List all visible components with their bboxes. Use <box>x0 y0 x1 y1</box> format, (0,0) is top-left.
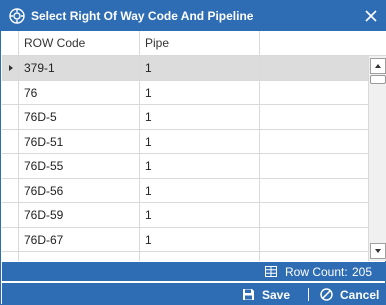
table-row[interactable]: 76D-67 1 <box>2 227 368 252</box>
cell-row-code[interactable]: 76D-59 <box>19 203 140 227</box>
grid-rows: 379-1 1 76 1 76D-5 1 76D-51 1 76D-55 1 7… <box>2 56 368 261</box>
close-icon[interactable] <box>361 6 381 26</box>
row-indicator <box>2 80 19 104</box>
vertical-scrollbar[interactable] <box>368 56 386 261</box>
table-row[interactable]: 76D-5 1 <box>2 105 368 130</box>
row-indicator <box>2 203 19 227</box>
row-count-value: 205 <box>352 265 373 279</box>
table-row[interactable]: 76D-55 1 <box>2 154 368 179</box>
cell-pipe[interactable] <box>140 252 260 261</box>
cancel-icon <box>320 288 333 301</box>
header-row-indicator <box>2 31 19 56</box>
cell-pipe[interactable]: 1 <box>140 80 260 104</box>
table-row[interactable]: 76D-56 1 <box>2 178 368 203</box>
table-row[interactable]: 76D-59 1 <box>2 203 368 228</box>
save-button[interactable]: Save <box>242 283 302 305</box>
table-row[interactable]: 379-1 1 <box>2 56 368 81</box>
cell-pipe[interactable]: 1 <box>140 154 260 178</box>
cell-pipe[interactable]: 1 <box>140 227 260 251</box>
cell-row-code[interactable] <box>19 252 140 261</box>
table-row[interactable]: 76 1 <box>2 80 368 105</box>
row-indicator <box>2 105 19 129</box>
table-icon <box>265 266 277 277</box>
row-indicator <box>2 178 19 202</box>
row-indicator <box>2 56 19 80</box>
dialog-footer: Save Cancel <box>2 283 386 305</box>
cell-row-code[interactable]: 76 <box>19 80 140 104</box>
status-bar: Row Count: 205 <box>2 262 386 281</box>
grid-header: ROW Code Pipe <box>2 31 386 56</box>
cell-pipe[interactable]: 1 <box>140 56 260 80</box>
row-indicator <box>2 129 19 153</box>
dialog-title: Select Right Of Way Code And Pipeline <box>31 9 254 23</box>
cell-row-code[interactable]: 76D-5 <box>19 105 140 129</box>
footer-separator <box>308 288 309 301</box>
cell-row-code[interactable]: 76D-51 <box>19 129 140 153</box>
save-label: Save <box>262 288 291 302</box>
column-header-pipe[interactable]: Pipe <box>140 31 260 56</box>
cell-pipe[interactable]: 1 <box>140 129 260 153</box>
gear-icon <box>9 8 25 24</box>
row-indicator <box>2 252 19 261</box>
cell-pipe[interactable]: 1 <box>140 203 260 227</box>
cell-row-code[interactable]: 76D-67 <box>19 227 140 251</box>
scroll-up-button[interactable] <box>370 58 386 74</box>
cell-row-code[interactable]: 76D-55 <box>19 154 140 178</box>
cell-row-code[interactable]: 379-1 <box>19 56 140 80</box>
chevron-up-icon <box>375 64 381 68</box>
save-icon <box>243 289 254 300</box>
cell-row-code[interactable]: 76D-56 <box>19 178 140 202</box>
scroll-thumb[interactable] <box>370 75 386 84</box>
row-indicator <box>2 227 19 251</box>
data-grid[interactable]: ROW Code Pipe 379-1 1 76 1 76D-5 1 76D-5… <box>2 31 386 261</box>
select-row-code-dialog: Select Right Of Way Code And Pipeline RO… <box>0 0 386 305</box>
current-row-arrow-icon <box>9 65 13 71</box>
cell-pipe[interactable]: 1 <box>140 105 260 129</box>
title-bar[interactable]: Select Right Of Way Code And Pipeline <box>1 1 385 31</box>
cancel-button[interactable]: Cancel <box>320 283 386 305</box>
cancel-label: Cancel <box>340 288 380 302</box>
table-row[interactable] <box>2 252 368 261</box>
column-header-row-code[interactable]: ROW Code <box>19 31 140 56</box>
chevron-down-icon <box>375 249 381 253</box>
row-indicator <box>2 154 19 178</box>
row-count-label: Row Count: <box>285 265 348 279</box>
cell-pipe[interactable]: 1 <box>140 178 260 202</box>
scroll-down-button[interactable] <box>370 243 386 259</box>
table-row[interactable]: 76D-51 1 <box>2 129 368 154</box>
